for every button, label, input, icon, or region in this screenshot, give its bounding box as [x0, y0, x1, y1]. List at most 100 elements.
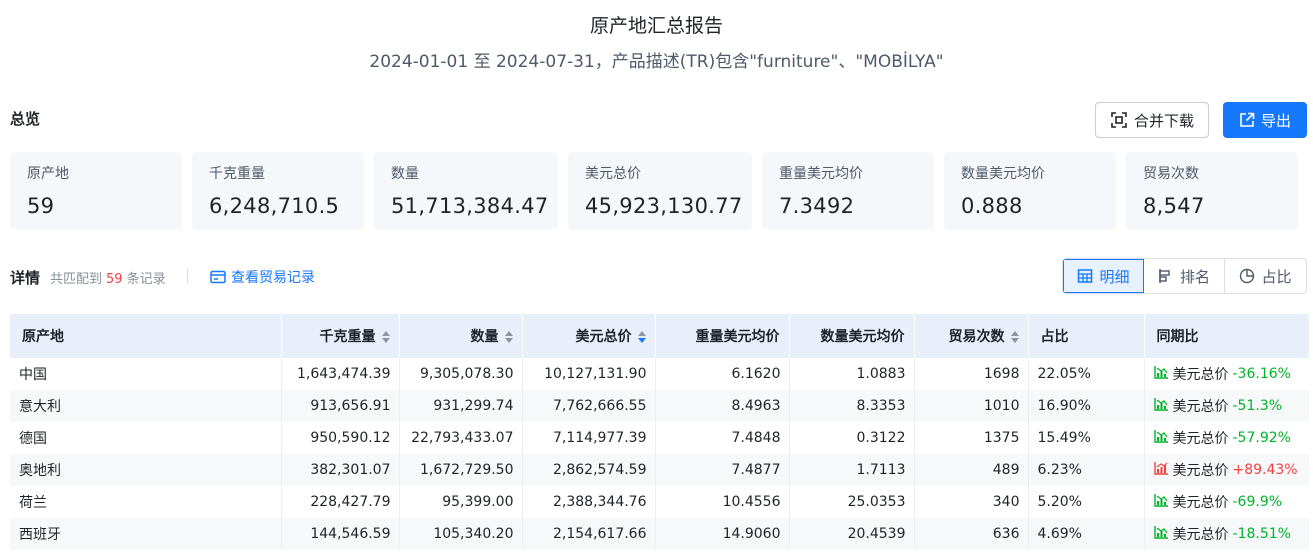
cell-share: 5.20%: [1028, 486, 1145, 518]
col-trades-label: 贸易次数: [948, 329, 1005, 345]
sort-desc-icon[interactable]: [637, 330, 646, 344]
table-body: 中国 1,643,474.39 9,305,078.30 10,127,131.…: [10, 358, 1309, 550]
stat-card-origin: 原产地 59: [10, 152, 182, 230]
page-title: 原产地汇总报告: [589, 15, 723, 37]
table-icon: [1078, 269, 1093, 283]
stat-value: 0.888: [961, 194, 1023, 218]
cell-trades: 1698: [914, 358, 1029, 390]
tab-share-label: 占比: [1261, 267, 1292, 286]
merge-download-button[interactable]: 合并下载: [1095, 102, 1209, 138]
cell-origin: 意大利: [10, 390, 282, 422]
stat-card-qty-avg: 数量美元均价 0.888: [944, 152, 1116, 230]
cell-quantity: 22,793,433.07: [399, 422, 523, 454]
trend-up-chart-icon: [1153, 461, 1169, 479]
stat-value: 59: [27, 194, 55, 218]
stat-label: 重量美元均价: [779, 166, 863, 182]
yoy-value: -18.51%: [1232, 526, 1291, 542]
cell-weight: 1,643,474.39: [281, 358, 400, 390]
cell-weight-avg: 7.4877: [655, 454, 790, 486]
stats-row: 原产地 59 千克重量 6,248,710.5 数量 51,713,384.47…: [10, 152, 1298, 230]
yoy-label: 美元总价: [1172, 367, 1229, 383]
sort-icon[interactable]: [1010, 330, 1019, 344]
cell-origin: 德国: [10, 422, 282, 454]
export-label: 导出: [1260, 111, 1291, 130]
trend-down-chart-icon: [1153, 397, 1169, 415]
stat-card-trades: 贸易次数 8,547: [1126, 152, 1298, 230]
bar-rank-icon: [1159, 269, 1170, 283]
tab-detail-label: 明细: [1099, 267, 1130, 286]
yoy-value: -57.92%: [1232, 430, 1291, 446]
sort-icon[interactable]: [381, 330, 390, 344]
cell-origin: 奥地利: [10, 454, 282, 486]
stat-value: 8,547: [1143, 194, 1205, 218]
stat-value: 7.3492: [779, 194, 855, 218]
col-origin: 原产地: [10, 314, 282, 358]
stat-label: 美元总价: [585, 166, 641, 182]
stat-card-total-usd: 美元总价 45,923,130.77: [568, 152, 752, 230]
table-row: 西班牙 144,546.59 105,340.20 2,154,617.66 1…: [10, 518, 1309, 550]
cell-origin: 中国: [10, 358, 282, 390]
view-records-link[interactable]: 查看贸易记录: [210, 267, 315, 287]
stat-card-weight-avg: 重量美元均价 7.3492: [762, 152, 934, 230]
cell-qty-avg: 0.3122: [789, 422, 915, 454]
table-header-row: 原产地 千克重量 数量 美元总价 重量美元均价 数量美元均价 贸易次数 占比 同…: [10, 314, 1309, 358]
stat-card-weight: 千克重量 6,248,710.5: [192, 152, 364, 230]
cell-qty-avg: 8.3353: [789, 390, 915, 422]
yoy-label: 美元总价: [1172, 431, 1229, 447]
cell-share: 15.49%: [1028, 422, 1145, 454]
cell-quantity: 1,672,729.50: [399, 454, 523, 486]
trend-down-chart-icon: [1153, 365, 1169, 383]
cell-weight-avg: 10.4556: [655, 486, 790, 518]
cell-yoy: 美元总价 -18.51%: [1144, 518, 1309, 550]
cell-weight: 144,546.59: [281, 518, 400, 550]
trend-down-chart-icon: [1153, 429, 1169, 447]
col-total-usd-label: 美元总价: [575, 329, 632, 345]
sort-icon[interactable]: [504, 330, 513, 344]
match-count: 59: [106, 272, 123, 287]
cell-weight: 950,590.12: [281, 422, 400, 454]
report-header: 原产地汇总报告 2024-01-01 至 2024-07-31，产品描述(TR)…: [0, 0, 1313, 74]
stat-label: 贸易次数: [1143, 166, 1199, 182]
page-subtitle: 2024-01-01 至 2024-07-31，产品描述(TR)包含"furni…: [369, 52, 944, 72]
match-info: 共匹配到 59 条记录: [50, 268, 166, 287]
detail-header: 详情 共匹配到 59 条记录 查看贸易记录 明细 排名 占比: [10, 258, 1307, 294]
cell-yoy: 美元总价 +89.43%: [1144, 454, 1309, 486]
merge-download-label: 合并下载: [1133, 111, 1194, 130]
tab-share[interactable]: 占比: [1225, 259, 1306, 293]
export-button[interactable]: 导出: [1223, 102, 1307, 138]
col-qty-avg: 数量美元均价: [789, 314, 915, 358]
overview-header: 总览 合并下载 导出: [10, 102, 1307, 138]
tab-rank[interactable]: 排名: [1144, 259, 1225, 293]
cell-weight: 228,427.79: [281, 486, 400, 518]
trend-down-chart-icon: [1153, 493, 1169, 511]
cell-weight-avg: 8.4963: [655, 390, 790, 422]
table-row: 德国 950,590.12 22,793,433.07 7,114,977.39…: [10, 422, 1309, 454]
match-suffix: 条记录: [126, 272, 166, 287]
cell-total-usd: 7,762,666.55: [522, 390, 656, 422]
match-prefix: 共匹配到: [50, 272, 103, 287]
tab-detail[interactable]: 明细: [1063, 259, 1144, 293]
col-quantity-label: 数量: [470, 329, 499, 345]
cell-total-usd: 2,154,617.66: [522, 518, 656, 550]
divider: [187, 268, 188, 284]
cell-share: 6.23%: [1028, 454, 1145, 486]
trend-down-chart-icon: [1153, 525, 1169, 543]
col-quantity[interactable]: 数量: [399, 314, 523, 358]
cell-share: 4.69%: [1028, 518, 1145, 550]
yoy-value: -51.3%: [1232, 398, 1283, 414]
cell-yoy: 美元总价 -69.9%: [1144, 486, 1309, 518]
col-total-usd[interactable]: 美元总价: [522, 314, 656, 358]
col-trades[interactable]: 贸易次数: [914, 314, 1029, 358]
yoy-label: 美元总价: [1172, 463, 1229, 479]
cell-qty-avg: 1.0883: [789, 358, 915, 390]
col-yoy: 同期比: [1156, 329, 1199, 345]
cell-total-usd: 10,127,131.90: [522, 358, 656, 390]
cell-share: 22.05%: [1028, 358, 1145, 390]
cell-trades: 489: [914, 454, 1029, 486]
tab-rank-label: 排名: [1179, 267, 1210, 286]
cell-weight-avg: 14.9060: [655, 518, 790, 550]
yoy-value: +89.43%: [1232, 462, 1298, 478]
col-weight[interactable]: 千克重量: [281, 314, 400, 358]
cell-trades: 1375: [914, 422, 1029, 454]
col-weight-label: 千克重量: [319, 329, 376, 345]
